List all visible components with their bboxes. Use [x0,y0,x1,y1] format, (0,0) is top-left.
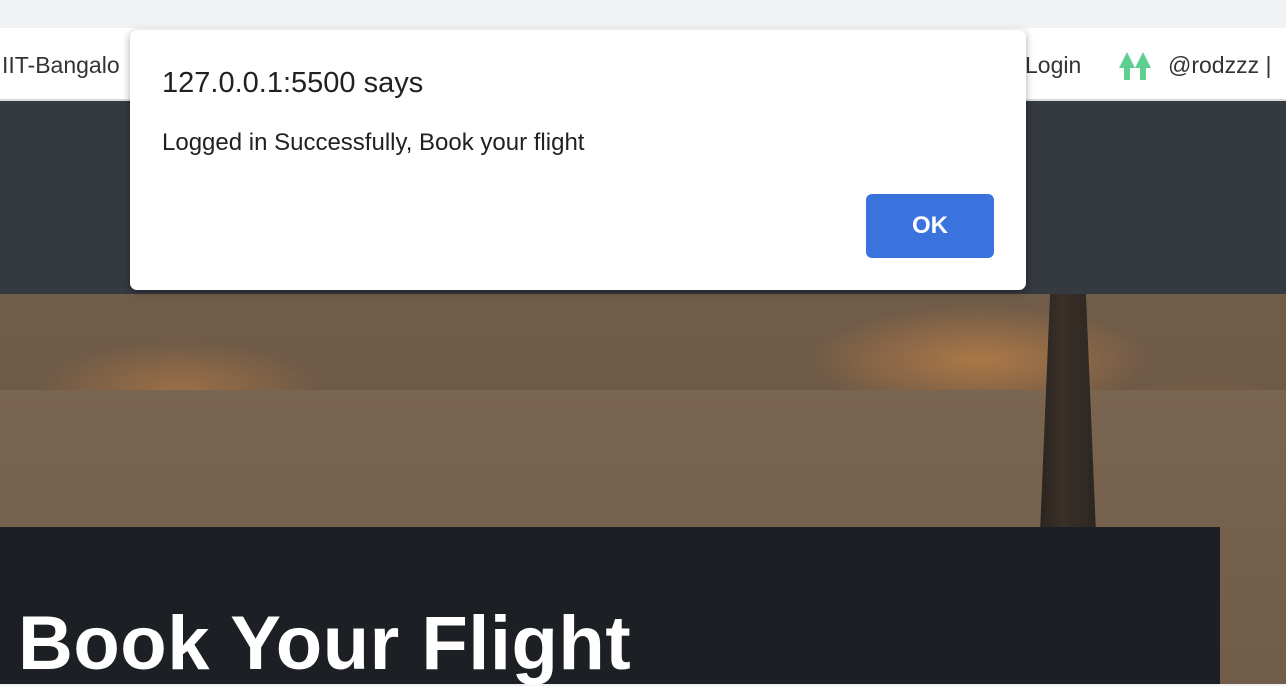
booking-title: Book Your Flight [18,601,632,686]
dialog-message: Logged in Successfully, Book your flight [162,129,585,156]
bookmark-rodzzz[interactable]: @rodzzz | [1168,52,1271,79]
alert-dialog: 127.0.0.1:5500 says Logged in Successful… [130,30,1026,290]
ok-button[interactable]: OK [866,194,994,258]
bookmark-login[interactable]: Login [1025,52,1081,79]
bookmark-iit-bangalore[interactable]: IIT-Bangalo [2,52,120,79]
browser-tab-strip [0,0,1286,28]
twin-trees-icon[interactable] [1118,50,1154,82]
dialog-origin-title: 127.0.0.1:5500 says [162,67,424,99]
tower-silhouette [1040,294,1096,534]
